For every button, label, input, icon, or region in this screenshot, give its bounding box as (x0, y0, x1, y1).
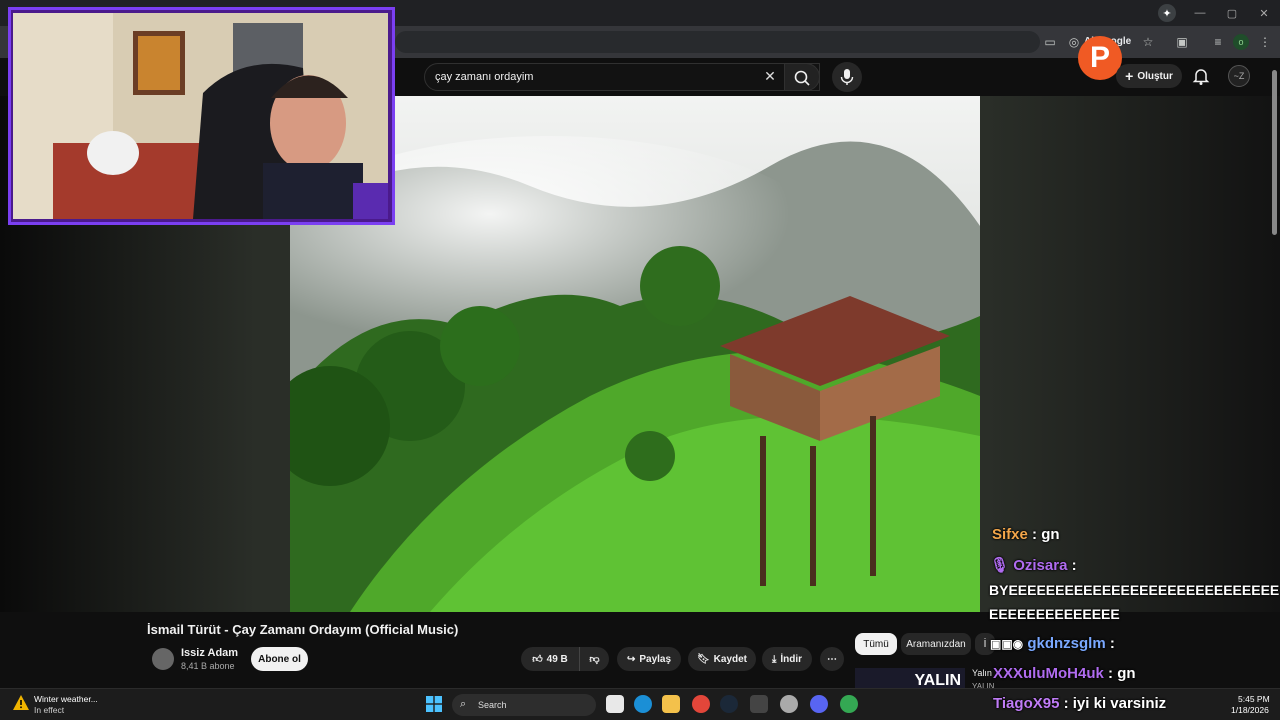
like-button[interactable]: 👍︎ 49 B (521, 647, 579, 671)
voice-search-button[interactable] (832, 62, 862, 92)
chat-text: gn (1041, 526, 1060, 543)
maximize-button[interactable]: ▢ (1216, 7, 1248, 20)
chat-sep: : (1071, 557, 1077, 574)
search-icon: ⌕ (460, 698, 467, 710)
gemini-icon[interactable]: ✦ (1158, 4, 1176, 22)
save-button[interactable]: 🔖︎ Kaydet (688, 647, 756, 671)
bookmark-star-icon[interactable]: ☆ (1140, 34, 1156, 50)
weather-title[interactable]: Winter weather... (34, 694, 98, 704)
chat-sep: : (1108, 665, 1114, 682)
chat-text: iyi ki varsiniz (1072, 695, 1167, 712)
chat-user: Sifxe (992, 526, 1028, 543)
dislike-button[interactable]: 👎︎ (579, 647, 609, 671)
file-explorer-icon[interactable] (662, 695, 680, 713)
install-app-icon[interactable]: ▭ (1042, 34, 1058, 50)
chat-user: Ozisara (1013, 557, 1068, 574)
chat-message: 🎙︎ Ozisara : (990, 556, 1077, 574)
download-label: İndir (780, 653, 803, 665)
share-button[interactable]: ↪ Paylaş (617, 647, 681, 671)
create-button[interactable]: + Oluştur (1116, 64, 1182, 88)
windows-start-icon[interactable] (426, 696, 442, 712)
chat-message: Sifxe : gn (992, 526, 1060, 543)
search-button[interactable] (784, 63, 820, 91)
notifications-button[interactable] (1192, 66, 1210, 86)
steam-icon[interactable] (720, 695, 738, 713)
discord-icon[interactable] (810, 695, 828, 713)
menu-kebab-icon[interactable]: ⋮ (1257, 34, 1273, 50)
thumbs-down-icon: 👎︎ (589, 654, 600, 665)
chat-sep: : (1032, 526, 1038, 543)
download-icon: ⤓ (771, 653, 777, 665)
share-icon: ↪ (626, 653, 636, 665)
close-window-button[interactable]: ✕ (1248, 7, 1280, 20)
chat-text-line: BYEEEEEEEEEEEEEEEEEEEEEEEEEEEEE (989, 582, 1280, 598)
window-controls: — ▢ ✕ (1184, 0, 1280, 26)
playlist-icon[interactable]: ≡ (1210, 34, 1226, 50)
task-view-icon[interactable] (606, 695, 624, 713)
search-icon (794, 70, 810, 86)
chat-message: TiagoX95 : iyi ki varsiniz (993, 695, 1166, 712)
weather-subtitle: In effect (34, 705, 65, 715)
app-icon[interactable] (750, 695, 768, 713)
bell-icon (1192, 69, 1210, 85)
chrome-icon[interactable] (692, 695, 710, 713)
account-avatar[interactable]: ~Z (1228, 65, 1250, 87)
chat-sep: : (1063, 695, 1069, 712)
video-title: İsmail Türüt - Çay Zamanı Ordayım (Offic… (147, 622, 459, 637)
side-panel-icon[interactable]: ▣ (1174, 34, 1190, 50)
obs-icon[interactable] (780, 695, 798, 713)
chat-sep: : (1109, 635, 1115, 652)
download-button[interactable]: ⤓ İndir (762, 647, 812, 671)
create-label: Oluştur (1137, 70, 1173, 82)
thumbs-up-icon: 👍︎ (532, 654, 543, 665)
more-actions-button[interactable]: ⋯ (820, 647, 844, 671)
bookmark-icon: 🔖︎ (696, 653, 710, 665)
clock-time[interactable]: 5:45 PM (1238, 694, 1270, 704)
clock-date[interactable]: 1/18/2026 (1231, 705, 1269, 715)
chat-message: XXXuluMoH4uk : gn (993, 665, 1136, 682)
taskbar-search-label: Search (478, 700, 507, 710)
share-label: Paylaş (639, 653, 672, 665)
taskbar-search[interactable]: ⌕ Search (452, 694, 596, 716)
chat-message: ▣▣◉ gkdnzsglm : (990, 635, 1115, 652)
webcam-image (13, 13, 388, 219)
search-value: çay zamanı ordayim (435, 71, 534, 83)
search-input[interactable]: çay zamanı ordayim (424, 63, 820, 91)
weather-warning-icon[interactable] (12, 694, 30, 712)
subscribe-button[interactable]: Abone ol (251, 647, 308, 671)
chrome-profile-icon[interactable] (840, 695, 858, 713)
plus-icon: + (1125, 68, 1134, 84)
badge-icons: ▣▣◉ (990, 637, 1024, 651)
microphone-icon (840, 69, 854, 85)
webcam-feed (13, 13, 388, 219)
save-label: Kaydet (713, 653, 748, 665)
scrollbar-thumb[interactable] (1272, 70, 1277, 235)
chat-user: TiagoX95 (993, 695, 1060, 712)
clear-search-icon[interactable]: ✕ (763, 68, 777, 86)
address-bar[interactable] (395, 31, 1040, 53)
subscriber-count: 8,41 B abone (181, 661, 235, 671)
chat-text: gn (1117, 665, 1136, 682)
profile-icon[interactable]: o (1233, 34, 1249, 50)
chat-user: gkdnzsglm (1027, 635, 1106, 652)
recommended-title[interactable]: Yalın (972, 668, 992, 678)
channel-avatar[interactable] (152, 648, 174, 670)
minimize-button[interactable]: — (1184, 7, 1216, 19)
like-count: 49 B (546, 653, 568, 665)
chat-user: XXXuluMoH4uk (993, 665, 1104, 682)
chip-from-search[interactable]: Aramanızdan (901, 633, 971, 655)
mic-badge-icon: 🎙︎ (990, 557, 1010, 574)
chip-all[interactable]: Tümü (855, 633, 897, 655)
chat-text-line: EEEEEEEEEEEEEE (989, 606, 1120, 622)
edge-icon[interactable] (634, 695, 652, 713)
channel-name[interactable]: Issiz Adam (181, 647, 238, 659)
